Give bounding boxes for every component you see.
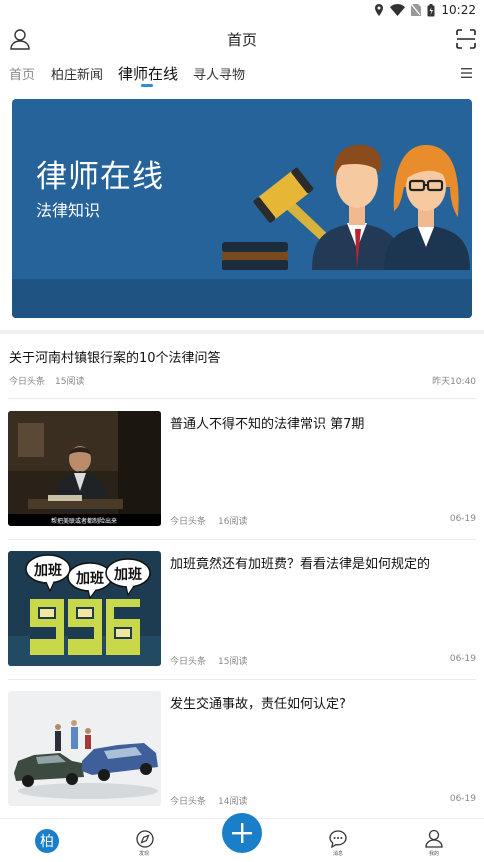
nav-label: 消息	[332, 851, 343, 857]
status-bar: 10:22	[0, 0, 484, 20]
nav-label: 发现	[138, 851, 149, 857]
app-logo-icon: 柏	[35, 829, 59, 853]
article-date: 昨天10:40	[432, 377, 476, 387]
chat-icon	[329, 830, 347, 848]
banner[interactable]: 律师在线 法律知识	[12, 99, 472, 318]
article-thumbnail: 加班 加班 加班	[8, 551, 161, 666]
article-source: 今日头条	[170, 657, 207, 667]
article-date: 06-19	[449, 654, 476, 664]
article-source: 今日头条	[9, 377, 46, 387]
bubble-text: 加班	[33, 562, 62, 579]
nav-discover[interactable]: 发现	[114, 819, 174, 862]
tab-active-indicator	[141, 84, 153, 87]
bottom-nav: 柏 发现 消息 我的	[0, 813, 484, 862]
article-reads: 15阅读	[218, 657, 248, 667]
article-date: 06-19	[449, 794, 476, 804]
wifi-icon	[390, 4, 406, 16]
article-source: 今日头条	[170, 517, 207, 527]
list-item[interactable]: 发生交通事故，责任如何认定? 今日头条 14阅读 06-19	[0, 679, 484, 819]
battery-icon	[427, 3, 435, 16]
scan-icon[interactable]	[456, 29, 476, 49]
section-divider	[0, 330, 484, 334]
article-thumbnail	[8, 691, 161, 806]
location-icon	[375, 4, 384, 16]
nav-me[interactable]: 我的	[404, 819, 464, 862]
tab-lawyer-online[interactable]: 律师在线	[118, 63, 178, 84]
svg-text:柏: 柏	[40, 834, 54, 850]
list-item[interactable]: 帮把美联或者都制险出来 普通人不得不知的法律常识 第7期 今日头条 16阅读 0…	[0, 399, 484, 539]
article-thumbnail: 帮把美联或者都制险出来	[8, 411, 161, 526]
article-reads: 14阅读	[218, 797, 248, 807]
tab-news[interactable]: 柏庄新闻	[51, 64, 103, 83]
banner-subtitle: 法律知识	[36, 201, 101, 220]
nav-label: 我的	[428, 851, 439, 857]
person-icon	[425, 829, 443, 848]
article-title: 发生交通事故，责任如何认定?	[170, 697, 346, 712]
plus-icon	[232, 823, 252, 843]
top-bar: 首页	[0, 22, 484, 58]
article-title: 加班竟然还有加班费？看看法律是如何规定的	[170, 557, 431, 572]
compass-icon	[136, 830, 154, 848]
nav-home[interactable]: 柏	[17, 819, 77, 862]
bubble-text: 加班	[75, 570, 104, 587]
article-reads: 16阅读	[218, 517, 248, 527]
list-item[interactable]: 关于河南村镇银行案的10个法律问答 今日头条 15阅读 昨天10:40	[0, 336, 484, 398]
tab-home[interactable]: 首页	[9, 64, 35, 83]
article-reads: 15阅读	[55, 377, 85, 387]
tab-lost-found[interactable]: 寻人寻物	[193, 64, 245, 83]
bubble-text: 加班	[113, 566, 142, 583]
banner-title: 律师在线	[36, 159, 164, 195]
nav-messages[interactable]: 消息	[308, 819, 368, 862]
thumbnail-caption: 帮把美联或者都制险出来	[51, 517, 117, 525]
article-source: 今日头条	[170, 797, 207, 807]
article-title: 关于河南村镇银行案的10个法律问答	[9, 351, 221, 366]
add-button[interactable]	[222, 813, 262, 853]
category-tabs: 首页 柏庄新闻 律师在线 寻人寻物	[0, 60, 484, 90]
article-date: 06-19	[449, 514, 476, 524]
page-title: 首页	[226, 31, 257, 49]
article-title: 普通人不得不知的法律常识 第7期	[170, 417, 365, 432]
menu-icon[interactable]	[461, 68, 472, 78]
no-sim-icon	[411, 4, 422, 16]
list-item[interactable]: 加班 加班 加班 加班竟然还有加班费？看看法律是如何规定的 今日头条 15阅读 …	[0, 539, 484, 679]
status-time: 10:22	[441, 3, 476, 17]
